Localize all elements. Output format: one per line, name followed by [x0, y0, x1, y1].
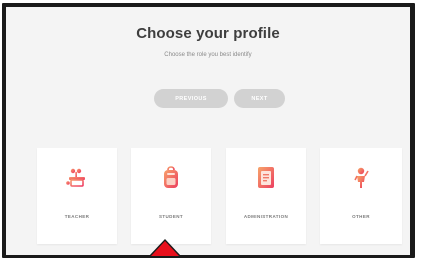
profile-panel: Choose your profile Choose the role you …: [6, 7, 410, 255]
profile-card-teacher[interactable]: TEACHER: [37, 148, 117, 244]
profile-label-other: OTHER: [352, 214, 370, 219]
profile-card-other[interactable]: OTHER: [320, 148, 402, 244]
pointer-arrow-icon: [151, 241, 179, 256]
profile-card-student[interactable]: STUDENT: [131, 148, 211, 244]
backpack-icon: [158, 165, 184, 191]
profile-card-administration[interactable]: ADMINISTRATION: [226, 148, 306, 244]
previous-button[interactable]: PREVIOUS: [154, 89, 228, 108]
profile-label-teacher: TEACHER: [64, 214, 90, 219]
next-button[interactable]: NEXT: [234, 89, 285, 108]
person-icon: [348, 165, 374, 191]
page-title: Choose your profile: [136, 25, 280, 42]
document-icon: [253, 165, 279, 191]
teacher-icon: [64, 165, 90, 191]
profile-label-administration: ADMINISTRATION: [243, 214, 289, 219]
page-subtitle: Choose the role you best identify: [164, 52, 252, 58]
profile-label-student: STUDENT: [158, 214, 184, 219]
